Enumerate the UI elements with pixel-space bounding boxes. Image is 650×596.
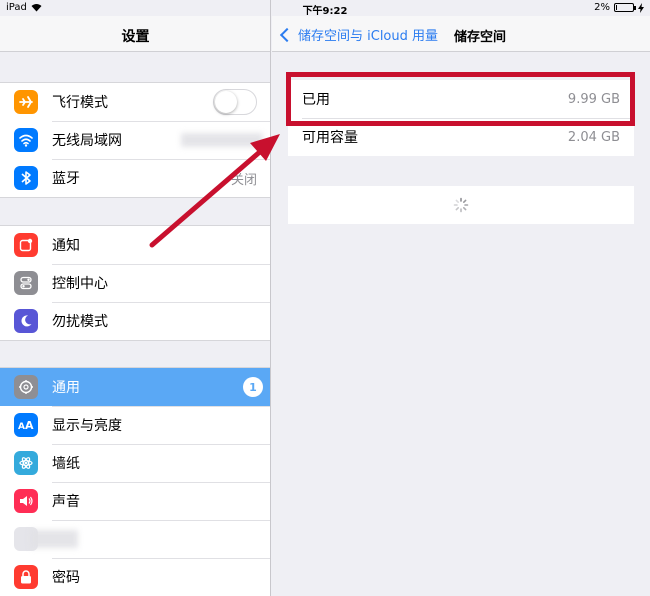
sidebar-item-blurred[interactable]	[0, 520, 270, 558]
sidebar-item-wallpaper[interactable]: 墙纸	[0, 444, 270, 482]
battery-icon	[614, 3, 636, 12]
gear-icon	[14, 375, 38, 399]
sidebar-item-label: 通用	[52, 380, 80, 396]
sidebar-item-wifi[interactable]: 无线局域网	[0, 121, 270, 159]
airplane-mode-toggle[interactable]	[213, 89, 257, 115]
sidebar-item-control-center[interactable]: 控制中心	[0, 264, 270, 302]
sidebar-item-bluetooth[interactable]: 蓝牙 关闭	[0, 159, 270, 197]
detail-header: 储存空间与 iCloud 用量 储存空间	[272, 16, 650, 52]
sidebar-item-label: 控制中心	[52, 276, 108, 292]
airplane-icon	[14, 90, 38, 114]
toggle-knob	[215, 91, 237, 113]
settings-group-general: 通用 1 AA 显示与亮度 墙纸 声音 密码	[0, 367, 270, 596]
charging-bolt-icon	[638, 2, 644, 13]
status-bar: iPad 下午9:22 2%	[0, 0, 650, 17]
settings-sidebar: 设置 飞行模式 无线局域网 蓝牙 关闭 通知 控制中心 勿扰模式 通用 1 A …	[0, 0, 271, 596]
svg-text:A: A	[18, 422, 25, 431]
status-right: 2%	[594, 2, 644, 13]
back-button-label: 储存空间与 iCloud 用量	[298, 29, 439, 44]
sidebar-item-label: 声音	[52, 494, 80, 510]
sidebar-item-passcode[interactable]: 密码	[0, 558, 270, 596]
blurred-wifi-name	[181, 133, 263, 147]
sidebar-item-display-brightness[interactable]: AA 显示与亮度	[0, 406, 270, 444]
svg-text:A: A	[25, 419, 34, 431]
sidebar-item-label: 显示与亮度	[52, 418, 122, 434]
sidebar-item-general[interactable]: 通用 1	[0, 368, 270, 406]
annotation-highlight-box	[286, 72, 635, 126]
control-center-icon	[14, 271, 38, 295]
passcode-icon	[14, 565, 38, 589]
sidebar-title: 设置	[121, 29, 150, 45]
chevron-left-icon	[279, 27, 295, 42]
sidebar-item-label: 蓝牙	[52, 171, 80, 187]
loading-card	[288, 186, 634, 224]
battery-percent: 2%	[594, 2, 610, 13]
storage-label: 可用容量	[302, 130, 358, 146]
sidebar-item-label: 通知	[52, 238, 80, 254]
update-badge: 1	[243, 377, 263, 397]
storage-value: 2.04 GB	[567, 129, 620, 145]
sidebar-item-sounds[interactable]: 声音	[0, 482, 270, 520]
sidebar-item-label: 密码	[52, 570, 80, 586]
wallpaper-icon	[14, 451, 38, 475]
bluetooth-icon	[14, 166, 38, 190]
sidebar-item-label: 无线局域网	[52, 133, 122, 149]
sidebar-item-label: 勿扰模式	[52, 314, 108, 330]
moon-icon	[14, 309, 38, 333]
sidebar-item-airplane-mode[interactable]: 飞行模式	[0, 83, 270, 121]
status-time: 下午9:22	[302, 6, 348, 17]
notification-icon	[14, 233, 38, 257]
sidebar-item-label: 墙纸	[52, 456, 80, 472]
settings-group-notifications: 通知 控制中心 勿扰模式	[0, 225, 270, 341]
back-button[interactable]: 储存空间与 iCloud 用量	[279, 25, 439, 44]
loading-spinner-icon	[453, 197, 469, 213]
settings-group-connectivity: 飞行模式 无线局域网 蓝牙 关闭	[0, 82, 270, 198]
wifi-icon	[14, 128, 38, 152]
battery-fill	[616, 5, 617, 10]
sidebar-header: 设置	[0, 16, 270, 52]
page-title: 储存空间	[454, 30, 507, 45]
bluetooth-status: 关闭	[230, 172, 257, 188]
sidebar-item-notifications[interactable]: 通知	[0, 226, 270, 264]
sound-icon	[14, 489, 38, 513]
storage-detail-pane: 储存空间与 iCloud 用量 储存空间 已用 9.99 GB 可用容量 2.0…	[272, 0, 650, 596]
display-icon: AA	[14, 413, 38, 437]
sidebar-item-label: 飞行模式	[52, 95, 108, 111]
sidebar-item-do-not-disturb[interactable]: 勿扰模式	[0, 302, 270, 340]
blurred-label	[30, 530, 78, 548]
